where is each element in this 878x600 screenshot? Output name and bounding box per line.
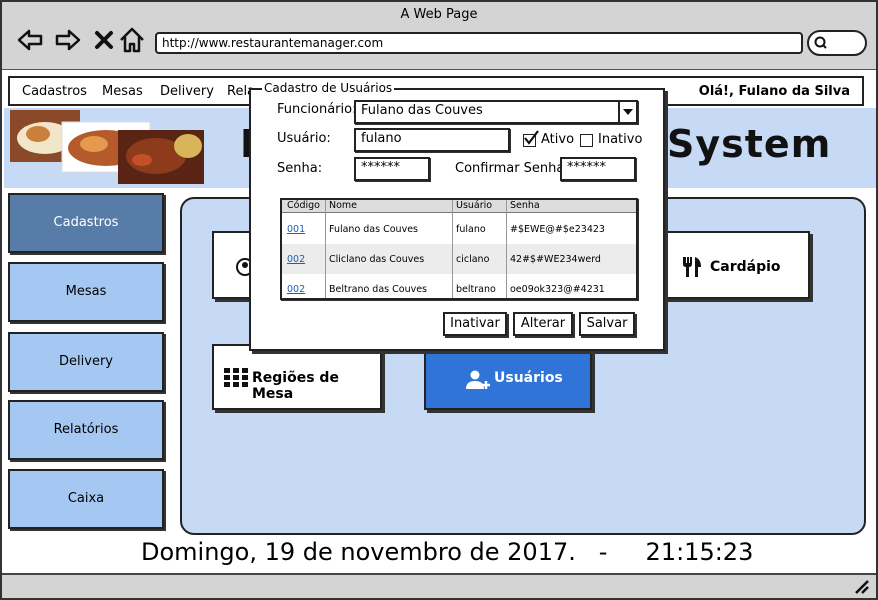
row-usuario: ciclano <box>456 254 490 265</box>
food-photo-image <box>10 110 204 184</box>
senha-label: Senha: <box>277 161 323 176</box>
fork-knife-icon <box>683 257 701 277</box>
menu-item-cadastros[interactable]: Cadastros <box>22 84 87 99</box>
table-row[interactable]: 002 Cliclano das Couves ciclano 42#$#WE2… <box>282 244 636 274</box>
salvar-button[interactable]: Salvar <box>579 312 635 336</box>
tile-cardapio[interactable]: Cardápio <box>662 231 810 299</box>
row-senha: oe09ok323@#4231 <box>510 284 605 295</box>
user-greeting: Olá!, Fulano da Silva <box>698 84 850 99</box>
cadastro-usuarios-dialog: Cadastro de Usuários Funcionário: Fulano… <box>249 81 665 351</box>
back-arrow-icon[interactable] <box>16 26 44 54</box>
row-nome: Fulano das Couves <box>329 224 418 235</box>
confirmar-senha-input[interactable]: ****** <box>560 157 636 181</box>
confirmar-senha-label: Confirmar Senha: <box>455 161 569 176</box>
tile-regioes-label: Regiões de Mesa <box>252 370 339 402</box>
window-title: A Web Page <box>2 2 876 26</box>
sidebar-item-relatorios[interactable]: Relatórios <box>8 400 164 460</box>
dialog-title: Cadastro de Usuários <box>262 81 395 95</box>
row-codigo-link[interactable]: 002 <box>287 284 305 295</box>
check-icon <box>524 130 539 145</box>
col-header-usuario[interactable]: Usuário <box>456 200 492 211</box>
funcionario-label: Funcionário: <box>277 102 357 117</box>
row-senha: #$EWE@#$e23423 <box>510 224 605 235</box>
col-header-nome[interactable]: Nome <box>329 200 357 211</box>
sidebar-item-cadastros[interactable]: Cadastros <box>8 193 164 253</box>
chevron-down-icon[interactable] <box>618 100 638 124</box>
funcionario-select-value: Fulano das Couves <box>361 103 483 118</box>
row-usuario: beltrano <box>456 284 496 295</box>
resize-grip-icon[interactable] <box>854 580 870 594</box>
senha-input[interactable]: ****** <box>354 157 430 181</box>
col-header-codigo[interactable]: Código <box>287 200 320 211</box>
usuario-input[interactable]: fulano <box>354 128 510 152</box>
row-codigo-link[interactable]: 002 <box>287 254 305 265</box>
menu-item-mesas[interactable]: Mesas <box>102 84 143 99</box>
table-row[interactable]: 002 Beltrano das Couves beltrano oe09ok3… <box>282 274 636 304</box>
column-divider <box>506 200 507 298</box>
table-row[interactable]: 001 Fulano das Couves fulano #$EWE@#$e23… <box>282 214 636 244</box>
tile-usuarios[interactable]: Usuários <box>424 344 592 410</box>
row-senha: 42#$#WE234werd <box>510 254 601 265</box>
browser-window: A Web Page http://www.restaurantemanager… <box>0 0 878 600</box>
table-header: Código Nome Usuário Senha <box>282 200 636 213</box>
footer-datetime: Domingo, 19 de novembro de 2017. - 21:15… <box>141 538 754 566</box>
inativo-label: Inativo <box>598 132 643 147</box>
tile-regioes-de-mesa[interactable]: Regiões de Mesa <box>212 344 382 410</box>
ativo-checkbox[interactable] <box>523 130 539 147</box>
row-codigo-link[interactable]: 001 <box>287 224 305 235</box>
add-user-icon <box>466 370 490 389</box>
menu-item-delivery[interactable]: Delivery <box>160 84 214 99</box>
row-nome: Cliclano das Couves <box>329 254 425 265</box>
url-input[interactable]: http://www.restaurantemanager.com <box>155 32 803 54</box>
forward-arrow-icon[interactable] <box>54 26 82 54</box>
inativo-checkbox[interactable] <box>580 134 593 147</box>
column-divider <box>325 200 326 298</box>
ativo-label: Ativo <box>541 132 575 147</box>
search-icon <box>814 36 827 49</box>
tile-cardapio-label: Cardápio <box>710 259 781 275</box>
grid-icon <box>224 368 248 387</box>
row-usuario: fulano <box>456 224 486 235</box>
usuario-label: Usuário: <box>277 131 331 146</box>
home-icon[interactable] <box>118 26 146 54</box>
close-icon[interactable] <box>90 26 118 54</box>
browser-search-box[interactable] <box>807 30 867 56</box>
column-divider <box>452 200 453 298</box>
tile-usuarios-label: Usuários <box>494 370 563 386</box>
browser-toolbar: http://www.restaurantemanager.com <box>2 26 876 70</box>
system-title-right: System <box>667 122 832 166</box>
sidebar-item-caixa[interactable]: Caixa <box>8 469 164 529</box>
browser-status-bar <box>2 573 876 598</box>
sidebar-item-mesas[interactable]: Mesas <box>8 262 164 322</box>
funcionario-select[interactable]: Fulano das Couves <box>354 100 638 124</box>
inativar-button[interactable]: Inativar <box>443 312 507 336</box>
sidebar-item-delivery[interactable]: Delivery <box>8 332 164 392</box>
usuarios-table: Código Nome Usuário Senha 001 Fulano das… <box>280 198 638 300</box>
col-header-senha[interactable]: Senha <box>510 200 540 211</box>
row-nome: Beltrano das Couves <box>329 284 428 295</box>
alterar-button[interactable]: Alterar <box>513 312 573 336</box>
